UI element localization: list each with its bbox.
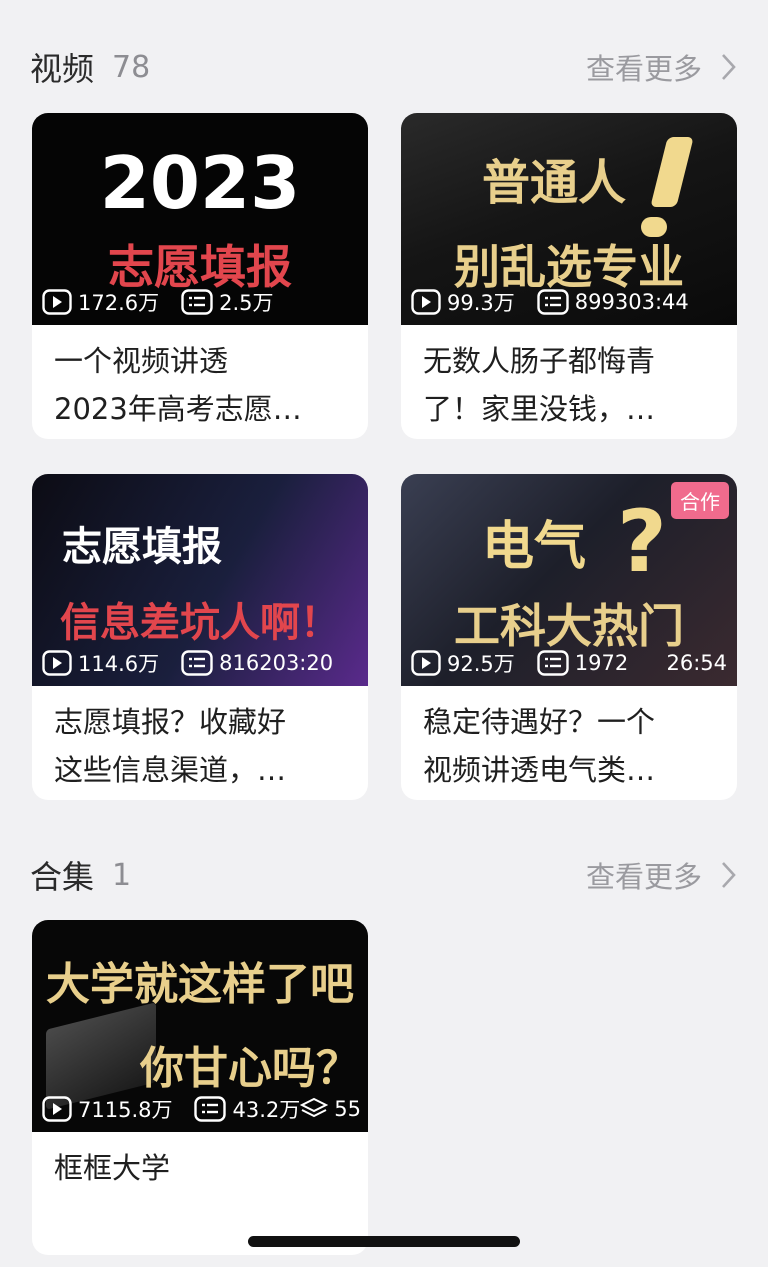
danmaku-count: 1972 (537, 650, 628, 676)
thumb-subtitle: 工科大热门 (454, 599, 684, 653)
video-card[interactable]: 普通人 别乱选专业 99.3万 8993 03:44 无数人肠子都悔青 了！家里… (401, 113, 737, 439)
video-stats: 99.3万 8993 03:44 (411, 287, 727, 317)
caption-line: 2023年高考志愿… (54, 392, 302, 426)
views-text: 99.3万 (447, 291, 515, 315)
play-icon (42, 289, 72, 315)
episode-count: 55 (300, 1096, 361, 1122)
thumb-title: 2023 (99, 141, 301, 225)
caption-line: 了！家里没钱，… (423, 392, 656, 426)
collections-more-link[interactable]: 查看更多 (586, 854, 736, 896)
caption-line: 志愿填报？收藏好 (54, 705, 287, 739)
caption-line: 稳定待遇好？一个 (423, 705, 656, 739)
view-count: 114.6万 (42, 648, 159, 678)
views-text: 114.6万 (78, 652, 160, 676)
video-card[interactable]: 电气 ? 工科大热门 合作 92.5万 1972 26:54 稳定待遇好？一个 … (401, 474, 737, 800)
collection-thumbnail: 大学就这样了吧 你甘心吗？ 7115.8万 43.2万 55 (32, 920, 368, 1132)
video-thumbnail: 志愿填报 信息差坑人啊！ 114.6万 8162 03:20 (32, 474, 368, 686)
collection-caption: 框框大学 (32, 1132, 368, 1192)
chevron-right-icon (722, 54, 736, 80)
videos-section-title: 视频 (30, 50, 95, 88)
video-stats: 114.6万 8162 03:20 (42, 648, 358, 678)
danmaku-text: 2.5万 (219, 291, 274, 315)
danmaku-text: 1972 (574, 651, 629, 675)
video-thumbnail: 2023 志愿填报 172.6万 2.5万 (32, 113, 368, 325)
play-icon (411, 289, 441, 315)
video-caption: 志愿填报？收藏好 这些信息渠道，… (32, 686, 368, 794)
video-thumbnail: 电气 ? 工科大热门 合作 92.5万 1972 26:54 (401, 474, 737, 686)
collections-section-count: 1 (112, 857, 132, 893)
collection-stats: 7115.8万 43.2万 55 (42, 1094, 361, 1124)
stack-icon (300, 1097, 329, 1118)
danmaku-count: 8993 (537, 289, 628, 315)
duration: 03:44 (628, 290, 689, 314)
collections-section-title: 合集 (30, 858, 95, 896)
more-label: 查看更多 (585, 52, 702, 86)
episodes-text: 55 (334, 1097, 361, 1121)
video-card[interactable]: 志愿填报 信息差坑人啊！ 114.6万 8162 03:20 志愿填报？收藏好 … (32, 474, 368, 800)
danmaku-icon (181, 289, 213, 315)
view-count: 172.6万 (42, 287, 159, 317)
video-caption: 无数人肠子都悔青 了！家里没钱，… (401, 325, 737, 433)
video-caption: 稳定待遇好？一个 视频讲透电气类… (401, 686, 737, 794)
question-mark-shape: ? (617, 492, 667, 592)
thumb-subtitle: 信息差坑人啊！ (60, 600, 340, 646)
video-caption: 一个视频讲透 2023年高考志愿… (32, 325, 368, 433)
play-icon (42, 650, 72, 676)
danmaku-text: 43.2万 (232, 1098, 301, 1122)
home-indicator (248, 1236, 520, 1247)
views-text: 7115.8万 (78, 1098, 173, 1122)
thumb-subtitle: 你甘心吗？ (140, 1043, 360, 1094)
danmaku-text: 8993 (574, 290, 629, 314)
duration: 26:54 (666, 651, 727, 675)
videos-section-count: 78 (112, 49, 151, 85)
danmaku-count: 8162 (181, 650, 273, 676)
video-card[interactable]: 2023 志愿填报 172.6万 2.5万 一个视频讲透 2023年高考志愿… (32, 113, 368, 439)
collection-card[interactable]: 大学就这样了吧 你甘心吗？ 7115.8万 43.2万 55 框框大学 (32, 920, 368, 1255)
danmaku-icon (537, 650, 569, 676)
duration: 03:20 (272, 651, 334, 675)
danmaku-icon (194, 1096, 227, 1122)
video-thumbnail: 普通人 别乱选专业 99.3万 8993 03:44 (401, 113, 737, 325)
play-icon (411, 650, 441, 676)
caption-line: 视频讲透电气类… (423, 753, 656, 787)
caption-line: 无数人肠子都悔青 (423, 344, 656, 378)
video-stats: 92.5万 1972 26:54 (411, 648, 727, 678)
views-text: 172.6万 (78, 291, 160, 315)
videos-section-header: 视频 78 查看更多 (30, 42, 736, 92)
collections-section-header: 合集 1 查看更多 (30, 850, 736, 900)
thumb-title: 大学就这样了吧 (46, 959, 354, 1010)
collab-badge: 合作 (671, 482, 729, 519)
thumb-title: 志愿填报 (62, 524, 222, 570)
video-stats: 172.6万 2.5万 (42, 287, 358, 317)
videos-more-link[interactable]: 查看更多 (586, 46, 736, 88)
danmaku-count: 2.5万 (181, 287, 274, 317)
danmaku-text: 8162 (219, 651, 273, 675)
caption-line: 一个视频讲透 (54, 344, 229, 378)
play-icon (42, 1096, 72, 1122)
chevron-right-icon (722, 862, 736, 888)
view-count: 99.3万 (411, 287, 515, 317)
danmaku-count: 43.2万 (194, 1094, 300, 1124)
view-count: 7115.8万 (42, 1094, 172, 1124)
caption-line: 框框大学 (54, 1151, 171, 1185)
views-text: 92.5万 (447, 652, 515, 676)
view-count: 92.5万 (411, 648, 515, 678)
danmaku-icon (181, 650, 213, 676)
more-label: 查看更多 (585, 860, 702, 894)
caption-line: 这些信息渠道，… (54, 753, 287, 787)
danmaku-icon (537, 289, 569, 315)
